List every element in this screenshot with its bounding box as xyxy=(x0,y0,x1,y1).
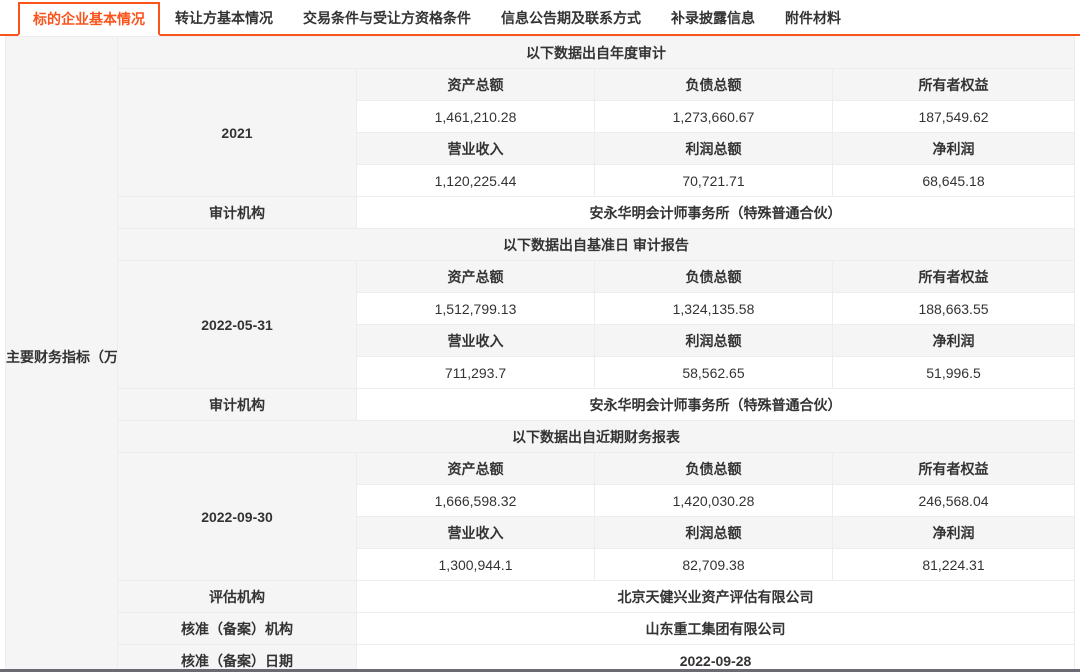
metric-header: 利润总额 xyxy=(595,133,833,165)
table-row: 审计机构 安永华明会计师事务所（特殊普通合伙） xyxy=(6,389,1075,421)
section-header: 以下数据出自近期财务报表 xyxy=(118,421,1075,453)
footer-value: 山东重工集团有限公司 xyxy=(357,613,1075,645)
table-row: 核准（备案）日期 2022-09-28 xyxy=(6,645,1075,672)
listing-detail-page: 标的企业基本情况 转让方基本情况 交易条件与受让方资格条件 信息公告期及联系方式… xyxy=(0,0,1080,672)
metric-header: 营业收入 xyxy=(357,517,595,549)
section-header: 以下数据出自年度审计 xyxy=(118,37,1075,69)
footer-label: 评估机构 xyxy=(118,581,357,613)
metric-header: 净利润 xyxy=(833,133,1075,165)
metric-value: 81,224.31 xyxy=(833,549,1075,581)
metric-value: 1,324,135.58 xyxy=(595,293,833,325)
tab-bar: 标的企业基本情况 转让方基本情况 交易条件与受让方资格条件 信息公告期及联系方式… xyxy=(0,0,1080,36)
footer-label: 核准（备案）机构 xyxy=(118,613,357,645)
period-cell: 2021 xyxy=(118,69,357,197)
metric-header: 资产总额 xyxy=(357,261,595,293)
tab-trade-conditions[interactable]: 交易条件与受让方资格条件 xyxy=(288,0,486,36)
tab-announcement-contact[interactable]: 信息公告期及联系方式 xyxy=(486,0,656,36)
metric-value: 711,293.7 xyxy=(357,357,595,389)
metric-header: 利润总额 xyxy=(595,517,833,549)
footer-value: 北京天健兴业资产评估有限公司 xyxy=(357,581,1075,613)
tab-attachments[interactable]: 附件材料 xyxy=(770,0,856,36)
table-row: 审计机构 安永华明会计师事务所（特殊普通合伙） xyxy=(6,197,1075,229)
metric-header: 资产总额 xyxy=(357,453,595,485)
metric-header: 负债总额 xyxy=(595,69,833,101)
metric-value: 188,663.55 xyxy=(833,293,1075,325)
table-row: 以下数据出自基准日 审计报告 xyxy=(6,229,1075,261)
metric-header: 负债总额 xyxy=(595,261,833,293)
metric-header: 净利润 xyxy=(833,325,1075,357)
metric-value: 1,420,030.28 xyxy=(595,485,833,517)
metric-header: 利润总额 xyxy=(595,325,833,357)
row-group-label: 主要财务指标（万元） xyxy=(6,37,118,672)
metric-header: 所有者权益 xyxy=(833,453,1075,485)
table-row: 2022-05-31 资产总额 负债总额 所有者权益 xyxy=(6,261,1075,293)
metric-value: 246,568.04 xyxy=(833,485,1075,517)
metric-header: 营业收入 xyxy=(357,325,595,357)
period-cell: 2022-05-31 xyxy=(118,261,357,389)
metric-value: 1,120,225.44 xyxy=(357,165,595,197)
metric-value: 187,549.62 xyxy=(833,101,1075,133)
metric-header: 所有者权益 xyxy=(833,69,1075,101)
tab-transferor[interactable]: 转让方基本情况 xyxy=(160,0,288,36)
metric-header: 负债总额 xyxy=(595,453,833,485)
metric-value: 70,721.71 xyxy=(595,165,833,197)
metric-value: 1,666,598.32 xyxy=(357,485,595,517)
footer-value: 2022-09-28 xyxy=(357,645,1075,672)
metric-header: 营业收入 xyxy=(357,133,595,165)
metric-value: 51,996.5 xyxy=(833,357,1075,389)
footer-label: 核准（备案）日期 xyxy=(118,645,357,672)
tab-supplementary-disclosure[interactable]: 补录披露信息 xyxy=(656,0,770,36)
metric-header: 所有者权益 xyxy=(833,261,1075,293)
metric-value: 1,300,944.1 xyxy=(357,549,595,581)
section-header: 以下数据出自基准日 审计报告 xyxy=(118,229,1075,261)
table-row: 2021 资产总额 负债总额 所有者权益 xyxy=(6,69,1075,101)
table-row: 主要财务指标（万元） 以下数据出自年度审计 xyxy=(6,37,1075,69)
metric-value: 1,461,210.28 xyxy=(357,101,595,133)
metric-value: 68,645.18 xyxy=(833,165,1075,197)
financial-indicators-table: 主要财务指标（万元） 以下数据出自年度审计 2021 资产总额 负债总额 所有者… xyxy=(5,36,1075,672)
metric-header: 净利润 xyxy=(833,517,1075,549)
table-row: 以下数据出自近期财务报表 xyxy=(6,421,1075,453)
metric-value: 82,709.38 xyxy=(595,549,833,581)
period-cell: 2022-09-30 xyxy=(118,453,357,581)
metric-header: 资产总额 xyxy=(357,69,595,101)
table-row: 核准（备案）机构 山东重工集团有限公司 xyxy=(6,613,1075,645)
agency-value: 安永华明会计师事务所（特殊普通合伙） xyxy=(357,389,1075,421)
metric-value: 1,512,799.13 xyxy=(357,293,595,325)
table-row: 2022-09-30 资产总额 负债总额 所有者权益 xyxy=(6,453,1075,485)
tab-target-company[interactable]: 标的企业基本情况 xyxy=(18,2,160,36)
agency-label: 审计机构 xyxy=(118,389,357,421)
metric-value: 58,562.65 xyxy=(595,357,833,389)
agency-value: 安永华明会计师事务所（特殊普通合伙） xyxy=(357,197,1075,229)
metric-value: 1,273,660.67 xyxy=(595,101,833,133)
agency-label: 审计机构 xyxy=(118,197,357,229)
table-row: 评估机构 北京天健兴业资产评估有限公司 xyxy=(6,581,1075,613)
